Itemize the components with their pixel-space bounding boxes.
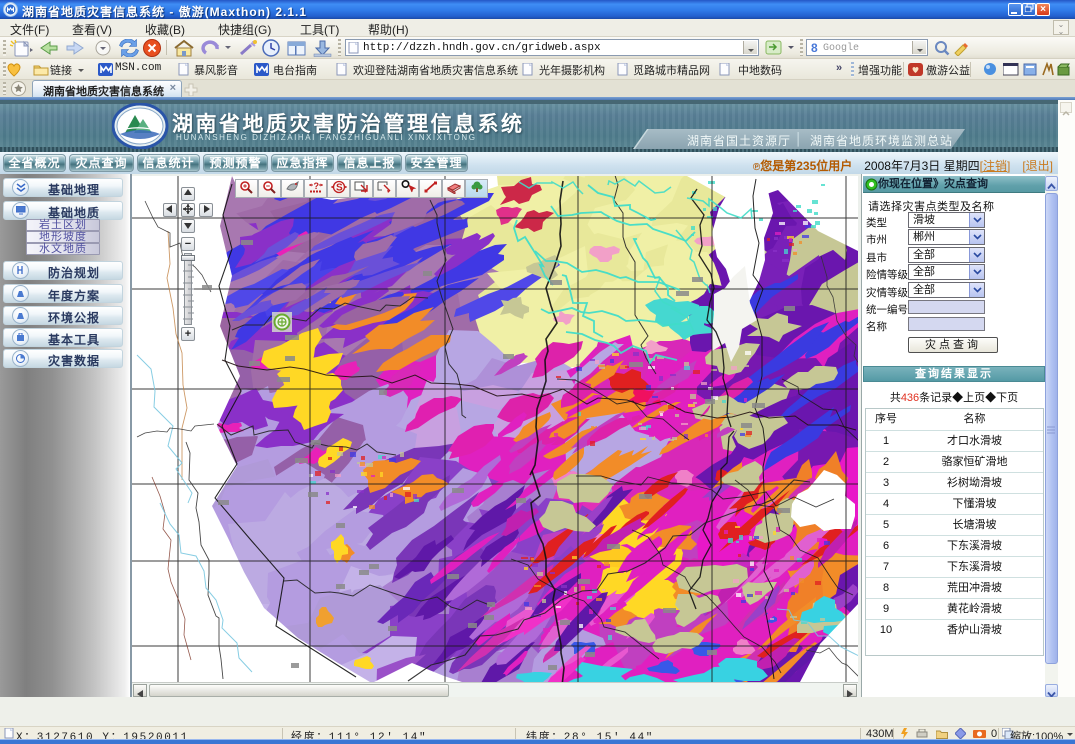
svg-text:S: S: [336, 183, 343, 194]
svg-text:?: ?: [313, 181, 319, 191]
